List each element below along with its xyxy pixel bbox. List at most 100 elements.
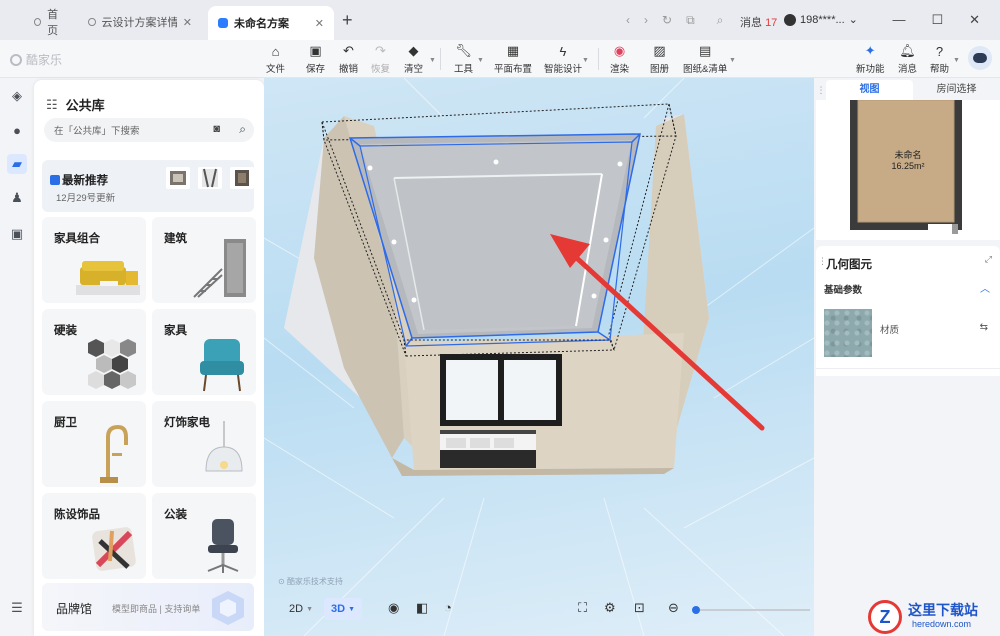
eye-icon[interactable]: ◉: [388, 600, 399, 616]
smart-design-button[interactable]: ϟ 智能设计: [544, 43, 582, 76]
tab-view[interactable]: 视图: [826, 80, 913, 100]
recommend-thumbnail[interactable]: [230, 167, 254, 189]
tab-favicon-icon: [88, 18, 96, 26]
tab-design-detail[interactable]: 云设计方案详情 - 酷家... ✕: [78, 8, 202, 36]
search-icon[interactable]: ⌕: [717, 13, 724, 28]
user-menu[interactable]: 198****... ⌄: [784, 13, 858, 26]
furniture-set-thumbnail: [76, 261, 140, 295]
3d-viewport[interactable]: ⊙ 酷家乐技术支持 2D ▼ 3D ▼ ◉ ◧ ◔ ⛶ ⚙︎ ⊡ ⊖: [264, 78, 814, 636]
recommend-icon: [50, 175, 60, 185]
replace-material-icon[interactable]: ⇆: [980, 322, 988, 333]
redo-button[interactable]: ↷ 恢复: [371, 43, 390, 75]
album-button[interactable]: ▨ 图册: [650, 43, 669, 75]
recommend-thumbnail[interactable]: [198, 167, 222, 189]
chevron-down-icon: ⌄: [848, 14, 858, 26]
chevron-down-icon: ▼: [306, 605, 314, 613]
lightning-icon: ϟ: [559, 43, 567, 59]
site-logo-icon: Z: [868, 600, 902, 634]
refresh-icon[interactable]: ↻: [662, 13, 672, 28]
category-hard-decoration[interactable]: 硬装: [42, 309, 146, 395]
back-icon[interactable]: ‹: [626, 13, 630, 28]
maximize-icon[interactable]: ☐: [931, 12, 943, 28]
toolbar-divider: [598, 48, 599, 70]
close-tab-icon[interactable]: ✕: [183, 16, 192, 29]
tab-room-select[interactable]: 房间选择: [913, 80, 1000, 100]
bulb-icon[interactable]: ●: [7, 120, 27, 140]
chevron-up-icon[interactable]: ︿: [980, 280, 990, 295]
undo-button[interactable]: ↶ 撤销: [339, 43, 358, 75]
faucet-thumbnail: [100, 424, 128, 483]
layers-icon[interactable]: ◈: [7, 86, 27, 106]
hexagon-tiles-thumbnail: [88, 339, 136, 389]
category-commercial[interactable]: 公装: [152, 493, 256, 579]
material-swatch[interactable]: [824, 309, 872, 357]
library-icon[interactable]: ▰: [7, 154, 27, 174]
assistant-avatar[interactable]: [968, 46, 992, 70]
list-icon[interactable]: ☷: [46, 97, 58, 113]
file-button[interactable]: ⌂ 文件: [266, 43, 285, 76]
render-button[interactable]: ◉ 渲染: [610, 43, 629, 75]
category-kitchen-bath[interactable]: 厨卫: [42, 401, 146, 487]
drag-handle-icon[interactable]: ⋮: [816, 85, 826, 96]
search-icon[interactable]: ⌕: [239, 122, 246, 137]
drawings-dropdown-caret[interactable]: ▼: [729, 57, 736, 64]
messages-button[interactable]: 🔔︎ 消息: [898, 43, 917, 75]
avatar: [784, 13, 796, 26]
clear-dropdown-caret[interactable]: ▼: [429, 57, 436, 64]
forward-icon[interactable]: ›: [644, 13, 648, 28]
messages-count-badge: 17: [765, 17, 778, 29]
close-tab-icon[interactable]: ✕: [315, 17, 324, 30]
latest-recommend-card[interactable]: 最新推荐 12月29号更新: [42, 160, 254, 212]
minimize-icon[interactable]: —: [892, 12, 905, 28]
smart-design-dropdown-caret[interactable]: ▼: [582, 57, 589, 64]
zoom-slider-track[interactable]: [700, 609, 810, 611]
tab-home[interactable]: 首页: [24, 8, 76, 37]
clear-button[interactable]: ◆ 清空: [404, 43, 423, 75]
panel-toggle-icon[interactable]: ☰: [7, 598, 27, 618]
tools-button[interactable]: 🔧︎ 工具: [454, 43, 473, 75]
category-decor[interactable]: 陈设饰品: [42, 493, 146, 579]
floor-layout-button[interactable]: ▦ 平面布置: [494, 43, 532, 75]
brand-hall-card[interactable]: 品牌馆 模型即商品 | 支持询单: [42, 583, 254, 631]
view-settings-icon[interactable]: ⚙︎: [604, 600, 616, 616]
category-lighting-appliances[interactable]: 灯饰家电: [152, 401, 256, 487]
zoom-slider-handle[interactable]: [692, 606, 700, 614]
category-architecture[interactable]: 建筑: [152, 217, 256, 303]
category-furniture[interactable]: 家具: [152, 309, 256, 395]
new-feature-button[interactable]: ✦ 新功能: [856, 43, 885, 75]
album-icon: ▨: [653, 43, 666, 58]
fit-view-icon[interactable]: ⛶: [578, 600, 587, 616]
library-search-input[interactable]: 在「公共库」下搜索 ◙ ⌕: [44, 118, 254, 142]
layout-icon: ▦: [506, 43, 520, 58]
render-icon: ◉: [613, 43, 626, 58]
camera-search-icon[interactable]: ◙: [213, 123, 220, 135]
box-icon[interactable]: ▣: [7, 224, 27, 244]
help-button[interactable]: ? 帮助: [930, 43, 949, 76]
geometry-title: 几何图元: [826, 259, 872, 271]
view-3d-button[interactable]: 3D ▼: [324, 598, 362, 620]
copy-icon[interactable]: ⧉: [686, 13, 695, 28]
cube-icon[interactable]: ◧: [416, 600, 428, 616]
recommend-thumbnail[interactable]: [166, 167, 190, 189]
expand-icon[interactable]: ⤢: [985, 254, 992, 265]
view-2d-button[interactable]: 2D ▼: [284, 598, 318, 620]
focus-icon[interactable]: ⊡: [634, 600, 645, 616]
person-icon[interactable]: ♟: [7, 188, 27, 208]
gauge-icon[interactable]: ◔: [444, 600, 452, 615]
category-furniture-set[interactable]: 家具组合: [42, 217, 146, 303]
browser-tab-bar: 首页 云设计方案详情 - 酷家... ✕ 未命名方案 ✕ + ‹ › ↻ ⧉ ⌕…: [0, 0, 1000, 40]
floor-plan-minimap[interactable]: 未命名 16.25m²: [816, 99, 1000, 240]
messages-indicator[interactable]: 消息 17: [740, 14, 777, 30]
office-chair-thumbnail: [207, 519, 239, 573]
tab-untitled-plan[interactable]: 未命名方案 ✕: [208, 6, 334, 40]
zoom-out-icon[interactable]: ⊖: [668, 600, 679, 616]
tools-dropdown-caret[interactable]: ▼: [477, 57, 484, 64]
library-panel: ☷ 公共库 在「公共库」下搜索 ◙ ⌕ 最新推荐 12月29号更新 家具组合 建…: [34, 80, 264, 636]
architecture-thumbnail: [193, 239, 246, 298]
save-button[interactable]: ▣ 保存: [306, 43, 325, 75]
close-window-icon[interactable]: ✕: [969, 12, 980, 28]
drawings-list-button[interactable]: ▤ 图纸&清单: [683, 43, 727, 75]
help-dropdown-caret[interactable]: ▼: [953, 57, 960, 64]
view-tabs: ⋮ 视图 房间选择: [816, 80, 1000, 100]
new-tab-button[interactable]: +: [342, 10, 353, 31]
